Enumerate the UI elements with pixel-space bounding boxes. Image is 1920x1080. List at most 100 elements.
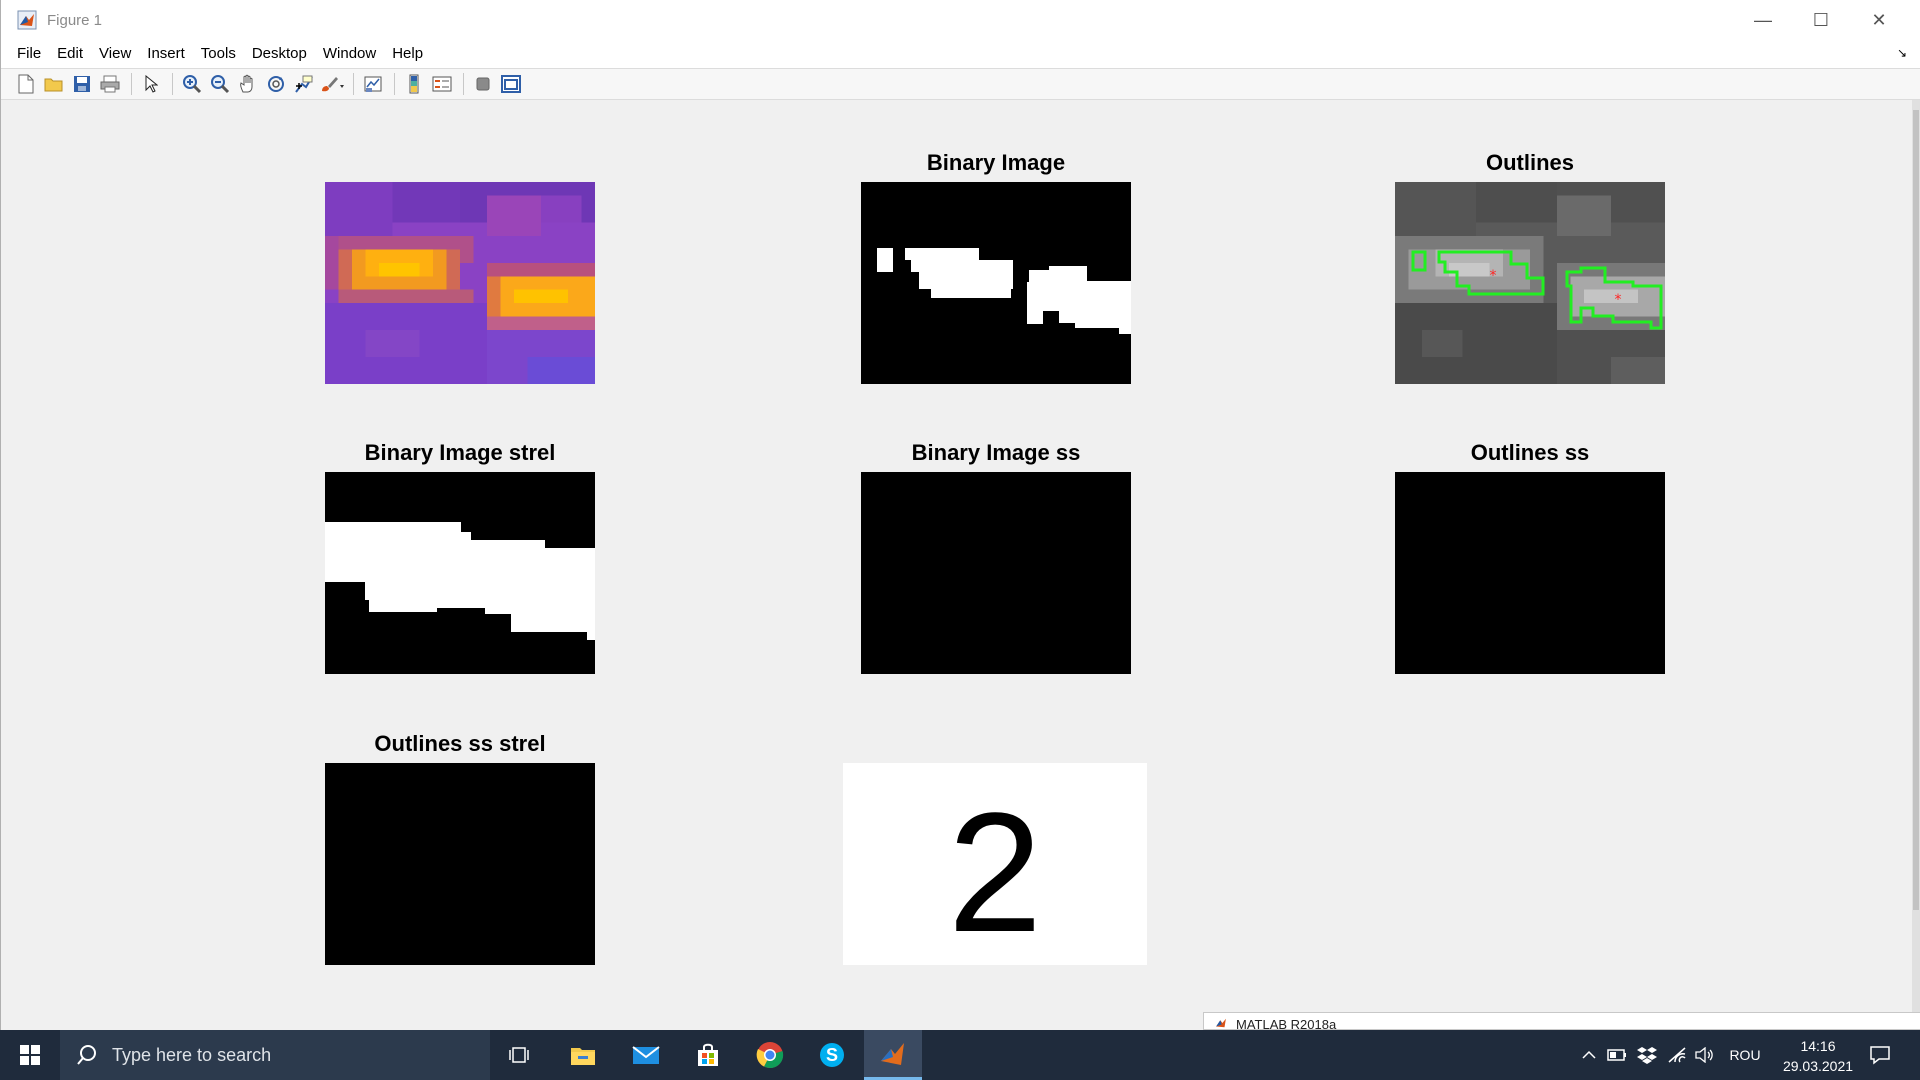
- toolbar-separator: [394, 73, 395, 95]
- subplot-outlines: Outlines * *: [1395, 150, 1665, 384]
- mail-icon: [632, 1046, 660, 1064]
- subplot-title: Binary Image ss: [911, 440, 1081, 465]
- language-indicator: ROU: [1729, 1047, 1761, 1063]
- outlines-ss-image: [1395, 472, 1665, 674]
- new-figure-icon[interactable]: [13, 71, 39, 97]
- skype-button[interactable]: S: [803, 1030, 861, 1080]
- menu-desktop[interactable]: Desktop: [244, 40, 315, 68]
- taskbar-search-box[interactable]: Type here to search: [60, 1030, 490, 1080]
- subplot-outlines-ss-strel: Outlines ss strel: [325, 731, 595, 965]
- subplot-digit: 2: [843, 761, 1147, 965]
- tray-language[interactable]: ROU: [1722, 1030, 1768, 1080]
- brush-icon[interactable]: [319, 71, 345, 97]
- toolbar-separator: [463, 73, 464, 95]
- chrome-button[interactable]: [741, 1030, 799, 1080]
- dropbox-icon: [1637, 1047, 1657, 1064]
- toolbar-separator: [353, 73, 354, 95]
- subplot-outlines-ss: Outlines ss: [1395, 440, 1665, 674]
- matlab-taskbar-button[interactable]: [864, 1030, 922, 1080]
- store-icon: [698, 1043, 718, 1066]
- pan-hand-icon[interactable]: [235, 71, 261, 97]
- taskbar: Type here to search S ROU 14:16 29.03.20…: [0, 1030, 1920, 1080]
- tray-battery[interactable]: [1604, 1030, 1630, 1080]
- task-view-icon: [509, 1047, 529, 1063]
- save-icon[interactable]: [69, 71, 95, 97]
- store-button[interactable]: [679, 1030, 737, 1080]
- wifi-icon: [1668, 1047, 1686, 1063]
- background-matlab-window[interactable]: MATLAB R2018a: [1203, 1012, 1920, 1030]
- battery-icon: [1607, 1049, 1626, 1061]
- minimize-button[interactable]: —: [1734, 0, 1792, 40]
- subplot-title: Outlines: [1485, 150, 1574, 175]
- zoom-out-icon[interactable]: [207, 71, 233, 97]
- link-plot-icon[interactable]: [360, 71, 386, 97]
- taskbar-clock[interactable]: 14:16 29.03.2021: [1778, 1036, 1858, 1076]
- binary-ss-image: [861, 472, 1131, 674]
- matlab-icon: [1216, 1018, 1226, 1028]
- chevron-up-icon: [1582, 1050, 1596, 1059]
- menu-insert[interactable]: Insert: [139, 40, 193, 68]
- windows-icon: [20, 1045, 40, 1065]
- figure-canvas: Binary Image Outlines * * Binary Image s…: [9, 100, 1911, 1030]
- dock-figure-icon[interactable]: ↘: [1897, 46, 1907, 60]
- subplot-thermal: [325, 180, 595, 384]
- matlab-icon: [17, 10, 37, 30]
- toolbar-separator: [172, 73, 173, 95]
- vertical-scrollbar[interactable]: [1912, 100, 1920, 1030]
- hide-plot-tools-icon[interactable]: [470, 71, 496, 97]
- legend-icon[interactable]: [429, 71, 455, 97]
- menu-tools[interactable]: Tools: [193, 40, 244, 68]
- minimize-icon: —: [1754, 9, 1772, 30]
- figure-window: Figure 1 — ☐ ✕ File Edit View Insert Too…: [0, 0, 1920, 1030]
- task-view-button[interactable]: [490, 1030, 548, 1080]
- close-icon: ✕: [1871, 9, 1887, 30]
- window-title: Figure 1: [47, 11, 103, 29]
- centroid-marker: *: [1615, 292, 1622, 308]
- centroid-marker: *: [1490, 268, 1497, 284]
- tray-dropbox[interactable]: [1634, 1030, 1660, 1080]
- menu-window[interactable]: Window: [315, 40, 384, 68]
- tray-volume[interactable]: [1692, 1030, 1718, 1080]
- colorbar-icon[interactable]: [401, 71, 427, 97]
- matlab-icon: [881, 1042, 904, 1065]
- clock-date: 29.03.2021: [1782, 1058, 1854, 1074]
- file-explorer-button[interactable]: [554, 1030, 612, 1080]
- maximize-button[interactable]: ☐: [1792, 0, 1850, 40]
- svg-text:S: S: [826, 1045, 838, 1065]
- file-explorer-icon: [571, 1048, 595, 1065]
- tray-show-hidden-icons[interactable]: [1576, 1030, 1602, 1080]
- menu-help[interactable]: Help: [384, 40, 431, 68]
- volume-icon: [1695, 1047, 1713, 1063]
- scrollbar-thumb[interactable]: [1913, 110, 1919, 910]
- figure-toolbar: [1, 68, 1920, 100]
- binary-strel-image: [325, 472, 595, 674]
- print-icon[interactable]: [97, 71, 123, 97]
- menu-bar: File Edit View Insert Tools Desktop Wind…: [1, 40, 1920, 68]
- subplot-binary-image-ss: Binary Image ss: [861, 440, 1131, 674]
- start-button[interactable]: [0, 1030, 60, 1080]
- binary-image: [861, 182, 1131, 384]
- show-plot-tools-icon[interactable]: [498, 71, 524, 97]
- data-cursor-icon[interactable]: [291, 71, 317, 97]
- zoom-in-icon[interactable]: [179, 71, 205, 97]
- close-button[interactable]: ✕: [1850, 0, 1908, 40]
- action-center-button[interactable]: [1860, 1030, 1900, 1080]
- maximize-icon: ☐: [1812, 9, 1830, 30]
- open-file-icon[interactable]: [41, 71, 67, 97]
- outlines-overlay: * *: [1411, 250, 1663, 330]
- subplot-binary-image: Binary Image: [861, 150, 1131, 384]
- notification-icon: [1870, 1046, 1890, 1065]
- chrome-icon: [756, 1042, 784, 1069]
- rotate-3d-icon[interactable]: [263, 71, 289, 97]
- thermal-image: [325, 182, 595, 384]
- menu-view[interactable]: View: [91, 40, 139, 68]
- mail-button[interactable]: [617, 1030, 675, 1080]
- menu-edit[interactable]: Edit: [49, 40, 91, 68]
- edit-plot-arrow-icon[interactable]: [138, 71, 164, 97]
- skype-icon: S: [820, 1043, 844, 1067]
- subplot-title: Binary Image: [926, 150, 1066, 175]
- menu-file[interactable]: File: [9, 40, 49, 68]
- tray-network[interactable]: [1664, 1030, 1690, 1080]
- subplot-title: Outlines ss: [1470, 440, 1590, 465]
- title-bar[interactable]: Figure 1 — ☐ ✕: [1, 0, 1920, 40]
